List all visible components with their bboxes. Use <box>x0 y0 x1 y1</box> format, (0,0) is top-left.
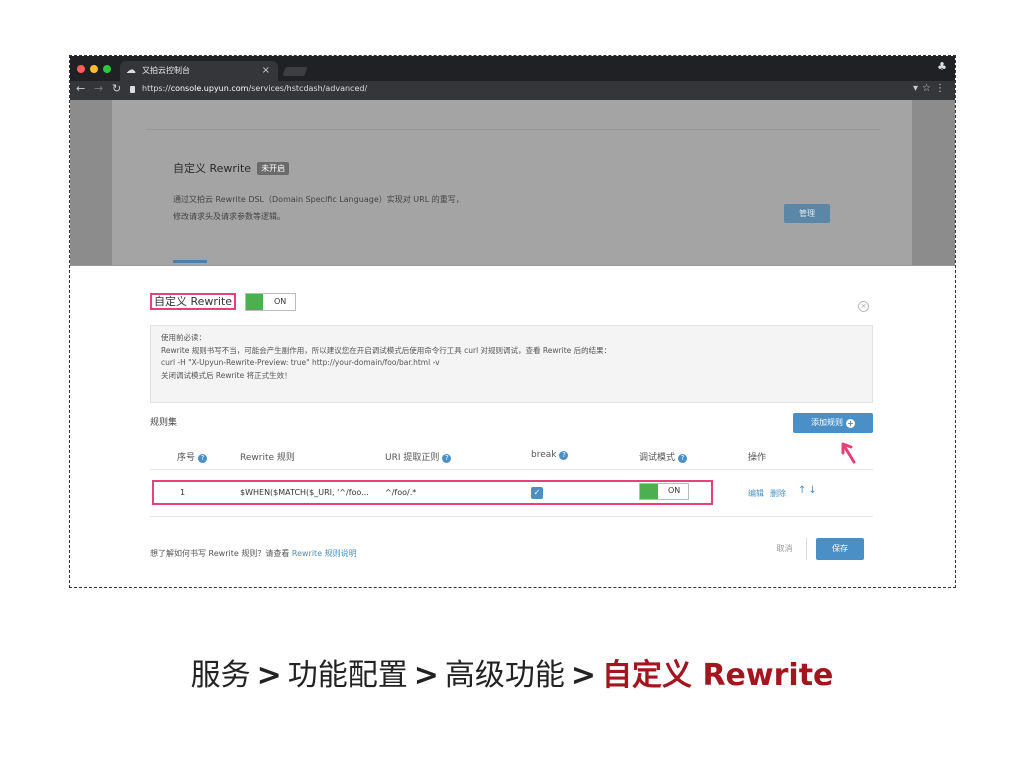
col-debug: 调试模式? <box>639 450 688 463</box>
divider <box>150 469 873 470</box>
url-field[interactable]: https://console.upyun.com/services/hstcd… <box>142 84 367 93</box>
rewrite-doc-link[interactable]: Rewrite 规则说明 <box>292 549 357 558</box>
help-icon: ? <box>198 454 208 463</box>
minimize-window-button[interactable] <box>90 65 98 73</box>
close-icon[interactable]: × <box>858 301 869 312</box>
footer-help: 想了解如何书写 Rewrite 规则？请查看 Rewrite 规则说明 <box>150 549 357 558</box>
highlight-box <box>152 480 713 505</box>
breadcrumb-caption: 服务 > 功能配置 > 高级功能 > 自定义 Rewrite <box>190 658 834 693</box>
new-tab-button[interactable] <box>282 67 308 76</box>
divider <box>146 129 880 130</box>
browser-screenshot: ☁ 又拍云控制台 × ♣ ← → ↻ https://console.upyun… <box>69 55 956 588</box>
rewrite-modal: 自定义 Rewrite ON × 使用前必读： Rewrite 规则书写不当，可… <box>70 265 955 587</box>
back-arrow-icon[interactable]: ← <box>76 82 85 95</box>
move-arrows-icon[interactable]: ↑↓ <box>798 485 819 496</box>
browser-menu-icons[interactable]: ▾☆⋮ <box>913 83 949 94</box>
incognito-icon: ♣ <box>937 60 947 73</box>
rewrite-card: 自定义 Rewrite 未开启 通过又拍云 Rewrite DSL（Domain … <box>112 100 912 265</box>
cloud-icon: ☁ <box>126 65 136 76</box>
overlay-backdrop: 自定义 Rewrite 未开启 通过又拍云 Rewrite DSL（Domain … <box>70 100 955 265</box>
browser-tabbar: ☁ 又拍云控制台 × ♣ <box>70 56 955 81</box>
debug-mode-toggle[interactable]: ON <box>639 483 689 500</box>
rules-label: 规则集 <box>150 418 178 428</box>
divider <box>150 516 873 517</box>
card-title: 自定义 Rewrite 未开启 <box>173 160 290 176</box>
edit-link[interactable]: 编辑 <box>748 488 764 499</box>
toggle-knob <box>246 294 263 310</box>
help-icon: ? <box>559 451 569 460</box>
col-index: 序号? <box>177 450 208 463</box>
active-tab-indicator <box>173 260 207 263</box>
save-button[interactable]: 保存 <box>816 538 864 560</box>
caption-current: 自定义 Rewrite <box>602 658 834 693</box>
status-badge: 未开启 <box>257 162 290 175</box>
forward-arrow-icon[interactable]: → <box>94 82 103 95</box>
row-index: 1 <box>180 488 186 497</box>
browser-tab[interactable]: ☁ 又拍云控制台 × <box>120 61 278 81</box>
plus-icon: + <box>846 419 855 428</box>
help-icon: ? <box>678 454 688 463</box>
manage-button[interactable]: 管理 <box>784 204 830 223</box>
cancel-button[interactable]: 取消 <box>763 538 807 560</box>
modal-title: 自定义 Rewrite <box>150 293 237 310</box>
toggle-knob <box>640 484 658 499</box>
close-window-button[interactable] <box>77 65 85 73</box>
col-break: break? <box>531 450 569 460</box>
tab-title: 又拍云控制台 <box>142 66 190 75</box>
row-uri-match: ^/foo/.* <box>385 488 417 497</box>
tab-close-icon[interactable]: × <box>262 61 270 81</box>
delete-link[interactable]: 删除 <box>770 488 786 499</box>
maximize-window-button[interactable] <box>103 65 111 73</box>
col-rule: Rewrite 规则 <box>240 453 295 463</box>
break-checkbox[interactable]: ✓ <box>531 487 543 499</box>
pointer-arrow-icon <box>841 442 856 464</box>
col-uri-match: URI 提取正则? <box>385 450 452 463</box>
card-description: 通过又拍云 Rewrite DSL（Domain Specific Langua… <box>173 195 464 221</box>
help-icon: ? <box>442 454 452 463</box>
rewrite-enable-toggle[interactable]: ON <box>245 293 296 311</box>
row-rule: $WHEN($MATCH($_URI, '^/foo... <box>240 488 369 497</box>
col-ops: 操作 <box>748 453 767 463</box>
lock-icon <box>130 86 135 93</box>
page-content: 自定义 Rewrite 未开启 通过又拍云 Rewrite DSL（Domain … <box>70 100 955 587</box>
add-rule-button[interactable]: 添加规则 + <box>793 413 873 433</box>
address-bar: ← → ↻ https://console.upyun.com/services… <box>70 81 955 100</box>
reload-icon[interactable]: ↻ <box>112 82 121 95</box>
notice-box: 使用前必读： Rewrite 规则书写不当，可能会产生副作用，所以建议您在开启调… <box>150 325 873 403</box>
